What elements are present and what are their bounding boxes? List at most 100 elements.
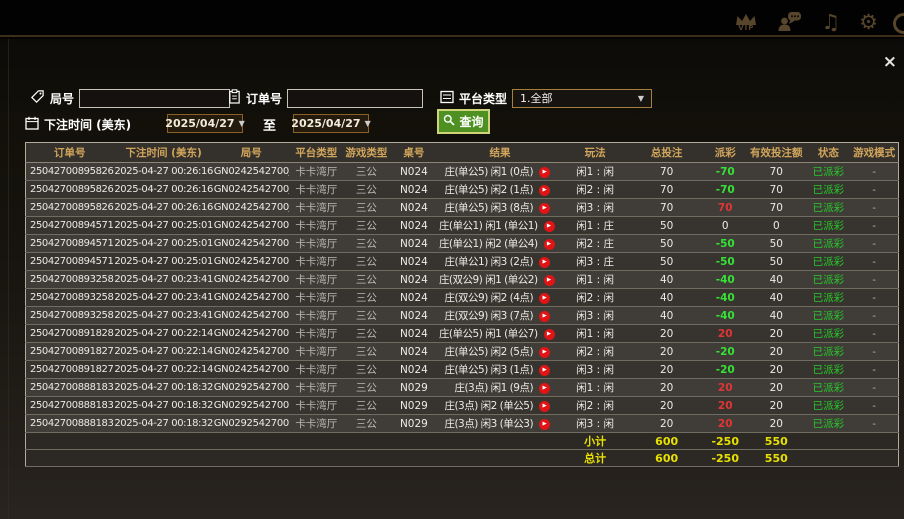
cell-result: 庄(双公9) 闲3 (7点)▶	[439, 307, 561, 325]
customer-service-icon[interactable]	[777, 11, 802, 34]
cell-order-no: 250427008932585	[26, 289, 114, 307]
cell-bet-time: 2025-04-27 00:25:01	[114, 253, 214, 271]
cell-result: 庄(单公1) 闲2 (单公4)▶	[439, 235, 561, 253]
cell-payout: 20	[704, 379, 746, 397]
subtotal-row: 小计600-250550	[26, 433, 899, 450]
platform-type-select[interactable]: 1.全部 ▼	[512, 89, 652, 108]
column-header: 平台类型	[289, 143, 344, 163]
cell-status: 已派彩	[806, 181, 850, 199]
table-row: 2504270089182782025-04-27 00:22:14GN0242…	[26, 361, 899, 379]
cell-payout: -20	[704, 343, 746, 361]
game-no-filter: 局号	[30, 88, 230, 108]
result-text: 庄(单公5) 闲3 (1点)	[444, 364, 533, 376]
topbar-icon-group: VIP ♫ ⚙	[734, 11, 878, 34]
column-header: 游戏模式	[850, 143, 898, 163]
game-no-input[interactable]	[79, 89, 230, 108]
cell-platform: 卡卡湾厅	[289, 289, 344, 307]
cell-order-no: 250427008918279	[26, 343, 114, 361]
replay-play-icon[interactable]: ▶	[544, 239, 555, 250]
cell-game-mode: -	[850, 163, 898, 181]
replay-play-icon[interactable]: ▶	[539, 419, 550, 430]
cell-platform: 卡卡湾厅	[289, 361, 344, 379]
cell-game-no: GN0292542700E	[214, 379, 289, 397]
table-row: 2504270088818302025-04-27 00:18:32GN0292…	[26, 415, 899, 433]
replay-play-icon[interactable]: ▶	[539, 383, 550, 394]
order-no-input[interactable]	[287, 89, 423, 108]
cell-table-no: N029	[389, 397, 439, 415]
cell-total-bet: 50	[629, 253, 704, 271]
cell-bet-time: 2025-04-27 00:23:41	[114, 307, 214, 325]
result-text: 庄(单公5) 闲1 (0点)	[444, 166, 533, 178]
cell-valid-bet: 50	[746, 253, 806, 271]
column-header: 下注时间 (美东)	[114, 143, 214, 163]
cell-order-no: 250427008881832	[26, 379, 114, 397]
date-range-separator: 至	[263, 115, 276, 134]
cell-table-no: N024	[389, 217, 439, 235]
cell-platform: 卡卡湾厅	[289, 199, 344, 217]
replay-play-icon[interactable]: ▶	[539, 167, 550, 178]
column-header: 玩法	[561, 143, 629, 163]
help-icon[interactable]	[893, 13, 904, 34]
cell-play: 闲1 : 闲	[561, 325, 629, 343]
cell-result: 庄(单公5) 闲2 (1点)▶	[439, 181, 561, 199]
table-row: 2504270089182802025-04-27 00:22:14GN0242…	[26, 325, 899, 343]
replay-play-icon[interactable]: ▶	[539, 365, 550, 376]
cell-game-no: GN0242542700J	[214, 199, 289, 217]
date-to-select[interactable]: 2025/04/27 ▼	[293, 114, 369, 133]
cell-status: 已派彩	[806, 199, 850, 217]
date-from-select[interactable]: 2025/04/27 ▼	[167, 114, 243, 133]
cell-table-no: N024	[389, 343, 439, 361]
cell-bet-time: 2025-04-27 00:25:01	[114, 235, 214, 253]
cell-play: 闲2 : 闲	[561, 343, 629, 361]
replay-play-icon[interactable]: ▶	[539, 311, 550, 322]
replay-play-icon[interactable]: ▶	[539, 293, 550, 304]
close-icon[interactable]: ×	[883, 54, 897, 71]
cell-bet-time: 2025-04-27 00:26:16	[114, 181, 214, 199]
replay-play-icon[interactable]: ▶	[539, 257, 550, 268]
cell-play: 闲3 : 庄	[561, 253, 629, 271]
cell-game-no: GN0242542700I	[214, 253, 289, 271]
search-button[interactable]: 查询	[437, 109, 490, 134]
cell-play: 闲3 : 闲	[561, 361, 629, 379]
cell-bet-time: 2025-04-27 00:26:16	[114, 163, 214, 181]
replay-play-icon[interactable]: ▶	[539, 401, 550, 412]
cell-valid-bet: 70	[746, 199, 806, 217]
cell-total-bet: 50	[629, 217, 704, 235]
replay-play-icon[interactable]: ▶	[539, 185, 550, 196]
clipboard-icon	[228, 89, 241, 108]
result-text: 庄(双公9) 闲2 (4点)	[444, 292, 533, 304]
result-text: 庄(3点) 闲2 (单公5)	[444, 400, 533, 412]
table-row: 2504270089457152025-04-27 00:25:01GN0242…	[26, 253, 899, 271]
vip-crown-icon[interactable]: VIP	[734, 13, 758, 32]
cell-bet-time: 2025-04-27 00:18:32	[114, 379, 214, 397]
cell-result: 庄(单公5) 闲3 (1点) ▶	[439, 361, 561, 379]
column-header: 状态	[806, 143, 850, 163]
cell-play: 闲1 : 闲	[561, 163, 629, 181]
replay-play-icon[interactable]: ▶	[544, 221, 555, 232]
cell-result: 庄(3点) 闲1 (9点)▶	[439, 379, 561, 397]
replay-play-icon[interactable]: ▶	[539, 203, 550, 214]
replay-play-icon[interactable]: ▶	[544, 275, 555, 286]
cell-status: 已派彩	[806, 289, 850, 307]
cell-bet-time: 2025-04-27 00:25:01	[114, 217, 214, 235]
summary-payout: -250	[704, 450, 746, 467]
cell-status: 已派彩	[806, 343, 850, 361]
cell-game-mode: -	[850, 253, 898, 271]
chevron-down-icon: ▼	[638, 94, 644, 103]
music-icon[interactable]: ♫	[821, 12, 840, 33]
settings-gear-icon[interactable]: ⚙	[859, 12, 878, 33]
cell-table-no: N024	[389, 271, 439, 289]
replay-play-icon[interactable]: ▶	[539, 347, 550, 358]
cell-payout: -50	[704, 253, 746, 271]
cell-play: 闲2 : 闲	[561, 397, 629, 415]
result-text: 庄(单公5) 闲2 (5点)	[444, 346, 533, 358]
cell-result: 庄(单公1) 闲1 (单公1)▶	[439, 217, 561, 235]
cell-payout: 0	[704, 217, 746, 235]
cell-game-mode: -	[850, 397, 898, 415]
cell-order-no: 250427008958260	[26, 199, 114, 217]
replay-play-icon[interactable]: ▶	[544, 329, 555, 340]
cell-table-no: N024	[389, 289, 439, 307]
table-row: 2504270089325862025-04-27 00:23:41GN0242…	[26, 271, 899, 289]
cell-total-bet: 70	[629, 181, 704, 199]
cell-game-type: 三公	[344, 199, 389, 217]
